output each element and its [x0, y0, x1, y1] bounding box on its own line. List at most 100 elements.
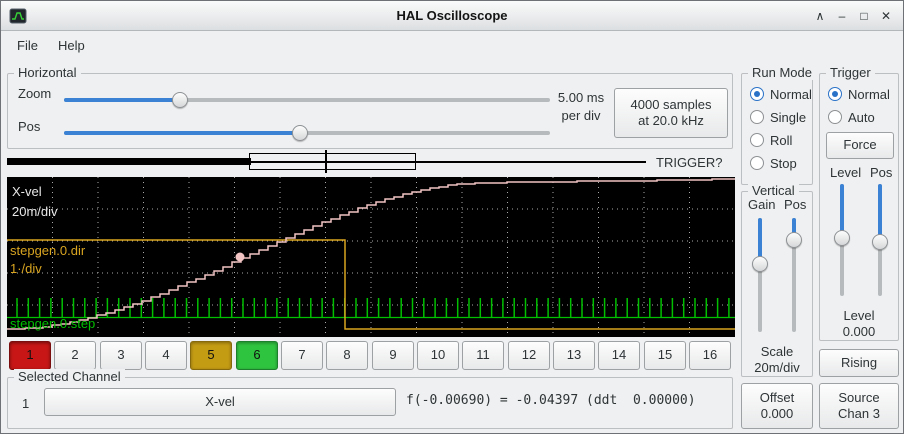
selected-channel-group-label: Selected Channel — [14, 369, 125, 384]
channel-button-12[interactable]: 12 — [508, 341, 550, 370]
trigger-pos-slider[interactable] — [872, 184, 888, 296]
trigger-level-readout-label: Level — [820, 308, 898, 323]
record-filled-bar — [7, 158, 251, 165]
channel-button-2[interactable]: 2 — [54, 341, 96, 370]
trigger-edge-label: Rising — [841, 355, 877, 371]
channel-button-14[interactable]: 14 — [598, 341, 640, 370]
pos-label: Pos — [18, 119, 40, 134]
run-mode-normal-label: Normal — [770, 87, 812, 102]
trigger-level-readout-value: 0.000 — [820, 324, 898, 339]
offset-line2: 0.000 — [761, 406, 794, 422]
window-title: HAL Oscilloscope — [1, 8, 903, 23]
trigger-level-label: Level — [830, 165, 861, 180]
selected-channel-group: Selected Channel 1 X-vel f(-0.00690) = -… — [7, 377, 733, 429]
selected-channel-name-button[interactable]: X-vel — [44, 388, 396, 416]
shade-icon[interactable]: ∧ — [811, 7, 829, 25]
channel-button-8[interactable]: 8 — [326, 341, 368, 370]
trigger-pos-label: Pos — [870, 165, 892, 180]
trigger-group-label: Trigger — [826, 65, 875, 80]
samples-button[interactable]: 4000 samples at 20.0 kHz — [614, 88, 728, 138]
pos-slider-handle[interactable] — [292, 125, 308, 141]
trigger-position-tick[interactable] — [325, 150, 327, 173]
force-button-label: Force — [843, 137, 876, 153]
trigger-level-handle[interactable] — [834, 230, 850, 246]
samples-line2: at 20.0 kHz — [638, 113, 704, 129]
titlebar[interactable]: HAL Oscilloscope ∧ – □ ✕ — [1, 1, 903, 31]
trigger-group: Trigger Normal Auto Force Level Pos Leve… — [819, 73, 899, 341]
run-mode-stop-label: Stop — [770, 156, 797, 171]
gain-slider-handle[interactable] — [752, 256, 768, 272]
horizontal-group-label: Horizontal — [14, 65, 81, 80]
run-mode-normal[interactable]: Normal — [750, 84, 812, 104]
zoom-slider-fill — [64, 98, 180, 102]
channel-button-9[interactable]: 9 — [372, 341, 414, 370]
run-mode-group: Run Mode Normal Single Roll Stop — [741, 73, 813, 185]
vertical-scale-label: Scale — [742, 344, 812, 359]
radio-icon[interactable] — [750, 133, 764, 147]
channel-button-7[interactable]: 7 — [281, 341, 323, 370]
channel-button-6[interactable]: 6 — [236, 341, 278, 370]
menubar: File Help — [1, 32, 903, 58]
vertical-gain-label: Gain — [748, 197, 775, 212]
channel-button-10[interactable]: 10 — [417, 341, 459, 370]
scope-step-name: stepgen.0.step — [10, 316, 95, 331]
horizontal-group: Horizontal Zoom Pos 5.00 ms per div 4000… — [7, 73, 733, 149]
minimize-icon[interactable]: – — [833, 7, 851, 25]
channel-button-16[interactable]: 16 — [689, 341, 731, 370]
menu-file[interactable]: File — [7, 34, 48, 57]
rate-per-div-line2: per div — [548, 108, 614, 123]
trigger-pos-handle[interactable] — [872, 234, 888, 250]
trigger-source-line1: Source — [838, 390, 879, 406]
trigger-normal[interactable]: Normal — [828, 84, 890, 104]
vertical-pos-label: Pos — [784, 197, 806, 212]
radio-icon[interactable] — [750, 87, 764, 101]
channel-button-1[interactable]: 1 — [9, 341, 51, 370]
vertical-pos-slider[interactable] — [786, 218, 802, 332]
run-mode-roll-label: Roll — [770, 133, 792, 148]
vertical-scale-value: 20m/div — [742, 360, 812, 375]
record-window-box[interactable] — [249, 153, 416, 170]
offset-line1: Offset — [760, 390, 794, 406]
trigger-status-label: TRIGGER? — [656, 155, 722, 170]
run-mode-single[interactable]: Single — [750, 107, 806, 127]
trigger-edge-button[interactable]: Rising — [819, 349, 899, 377]
close-icon[interactable]: ✕ — [877, 7, 895, 25]
radio-icon[interactable] — [750, 156, 764, 170]
scope-dir-scale: 1·/div — [10, 261, 42, 276]
run-mode-roll[interactable]: Roll — [750, 130, 792, 150]
trigger-auto[interactable]: Auto — [828, 107, 875, 127]
vertical-group-label: Vertical — [748, 183, 799, 198]
channel-button-4[interactable]: 4 — [145, 341, 187, 370]
scope-ch1-name: X-vel — [12, 184, 42, 199]
force-button[interactable]: Force — [826, 132, 894, 159]
pos-slider-fill — [64, 131, 300, 135]
channel-button-11[interactable]: 11 — [462, 341, 504, 370]
hal-oscilloscope-window: HAL Oscilloscope ∧ – □ ✕ File Help Horiz… — [0, 0, 904, 434]
menu-help[interactable]: Help — [48, 34, 95, 57]
app-icon — [9, 8, 27, 24]
radio-icon[interactable] — [828, 110, 842, 124]
channel-button-15[interactable]: 15 — [644, 341, 686, 370]
gain-slider[interactable] — [752, 218, 768, 332]
scope-canvas — [7, 177, 735, 337]
zoom-slider-handle[interactable] — [172, 92, 188, 108]
trigger-level-slider[interactable] — [834, 184, 850, 296]
offset-button[interactable]: Offset 0.000 — [741, 383, 813, 429]
channel-button-5[interactable]: 5 — [190, 341, 232, 370]
scope-display: X-vel 20m/div stepgen.0.dir 1·/div stepg… — [7, 177, 735, 337]
radio-icon[interactable] — [828, 87, 842, 101]
radio-icon[interactable] — [750, 110, 764, 124]
channel-button-13[interactable]: 13 — [553, 341, 595, 370]
trigger-auto-label: Auto — [848, 110, 875, 125]
pos-slider[interactable] — [64, 125, 550, 141]
trigger-source-line2: Chan 3 — [838, 406, 880, 422]
channel-button-3[interactable]: 3 — [100, 341, 142, 370]
zoom-slider[interactable] — [64, 92, 550, 108]
vertical-pos-handle[interactable] — [786, 232, 802, 248]
trigger-normal-label: Normal — [848, 87, 890, 102]
zoom-label: Zoom — [18, 86, 51, 101]
rate-per-div-line1: 5.00 ms — [548, 90, 614, 105]
run-mode-stop[interactable]: Stop — [750, 153, 797, 173]
maximize-icon[interactable]: □ — [855, 7, 873, 25]
trigger-source-button[interactable]: Source Chan 3 — [819, 383, 899, 429]
